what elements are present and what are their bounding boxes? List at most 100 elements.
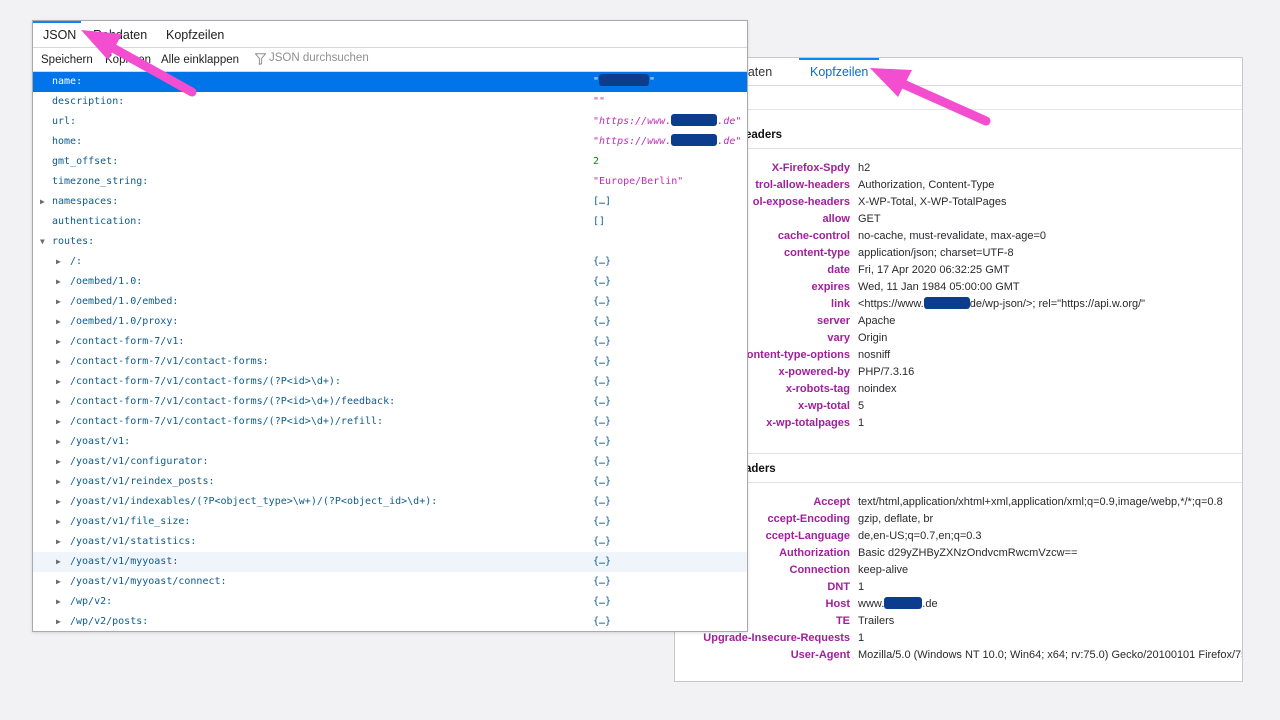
expand-arrow-right-icon[interactable]: ▶: [56, 432, 66, 452]
expand-arrow-right-icon[interactable]: ▶: [56, 532, 66, 552]
header-value: <https://www. de/wp-json/>; rel="https://…: [858, 296, 1145, 313]
json-key: /yoast/v1/myyoast:: [70, 556, 179, 567]
json-row[interactable]: ▶ /oembed/1.0: {…}: [33, 272, 747, 292]
json-key: /oembed/1.0/embed:: [70, 296, 179, 307]
header-value-text: Mozilla/5.0 (Windows NT 10.0; Win64; x64…: [858, 649, 1243, 661]
json-viewer-panel: JSON Rohdaten Kopfzeilen Speichern Kopie…: [32, 20, 748, 632]
header-value-text: <https://www.: [858, 298, 924, 310]
json-filter-input[interactable]: [269, 52, 469, 64]
header-value: 1: [858, 415, 864, 432]
request-headers-title[interactable]: aders: [745, 463, 776, 475]
header-value: Trailers: [858, 613, 894, 630]
expand-arrow-right-icon[interactable]: ▶: [56, 572, 66, 592]
json-row[interactable]: timezone_string: "Europe/Berlin": [33, 172, 747, 192]
json-value-text: […]: [593, 196, 612, 207]
header-row: date Fri, 17 Apr 2020 06:32:25 GMT: [675, 262, 1242, 279]
json-row[interactable]: gmt_offset: 2: [33, 152, 747, 172]
header-name: Upgrade-Insecure-Requests: [703, 632, 850, 644]
header-value-text: no-cache, must-revalidate, max-age=0: [858, 230, 1047, 242]
json-row[interactable]: ▶ /yoast/v1/reindex_posts: {…}: [33, 472, 747, 492]
header-row: content-type application/json; charset=UT…: [675, 245, 1242, 262]
header-value: Mozilla/5.0 (Windows NT 10.0; Win64; x64…: [858, 647, 1243, 664]
tab-json[interactable]: JSON: [43, 28, 76, 42]
json-row[interactable]: ▶ /oembed/1.0/embed: {…}: [33, 292, 747, 312]
json-key: /contact-form-7/v1/contact-forms:: [70, 356, 269, 367]
expand-arrow-right-icon[interactable]: ▶: [56, 452, 66, 472]
json-row[interactable]: ▶ /yoast/v1/myyoast: {…}: [33, 552, 747, 572]
json-value: […]: [593, 192, 611, 212]
json-row[interactable]: ▶ /yoast/v1/statistics: {…}: [33, 532, 747, 552]
json-tree: name: " " description: "" url: "https://www. .d…: [33, 72, 747, 631]
expand-arrow-right-icon[interactable]: ▶: [56, 412, 66, 432]
header-row: User-Agent Mozilla/5.0 (Windows NT 10.0; …: [675, 647, 1243, 664]
redacted-block: [671, 114, 718, 126]
expand-arrow-right-icon[interactable]: ▶: [56, 492, 66, 512]
json-row[interactable]: ▶ /contact-form-7/v1/contact-forms: {…}: [33, 352, 747, 372]
json-row[interactable]: name: " ": [33, 72, 747, 92]
header-value-text: Origin: [858, 332, 888, 344]
tab-headers[interactable]: Kopfzeilen: [166, 28, 224, 42]
header-row: X-Firefox-Spdy h2: [675, 160, 1242, 177]
json-key: /contact-form-7/v1/contact-forms/(?P<id>…: [70, 376, 341, 387]
json-row[interactable]: ▶ /contact-form-7/v1: {…}: [33, 332, 747, 352]
json-row[interactable]: ▶ /wp/v2/posts: {…}: [33, 612, 747, 631]
expand-arrow-down-icon[interactable]: ▼: [40, 232, 50, 252]
expand-arrow-right-icon[interactable]: ▶: [56, 372, 66, 392]
expand-arrow-right-icon[interactable]: ▶: [56, 312, 66, 332]
response-headers-title[interactable]: eaders: [745, 129, 782, 141]
json-row[interactable]: description: "": [33, 92, 747, 112]
json-row[interactable]: url: "https://www. .de": [33, 112, 747, 132]
json-row[interactable]: ▼ routes:: [33, 232, 747, 252]
expand-arrow-right-icon[interactable]: ▶: [56, 472, 66, 492]
expand-arrow-right-icon[interactable]: ▶: [56, 612, 66, 631]
tab-raw-data[interactable]: Rohdaten: [93, 28, 147, 42]
expand-arrow-right-icon[interactable]: ▶: [56, 252, 66, 272]
save-button[interactable]: Speichern: [41, 54, 93, 66]
expand-arrow-right-icon[interactable]: ▶: [56, 292, 66, 312]
json-row[interactable]: ▶ /contact-form-7/v1/contact-forms/(?P<id…: [33, 372, 747, 392]
copy-button[interactable]: Kopieren: [105, 54, 151, 66]
json-row[interactable]: ▶ namespaces: […]: [33, 192, 747, 212]
header-value-text: nosniff: [858, 349, 891, 361]
json-value: {…}: [593, 572, 611, 592]
json-key: description:: [52, 96, 125, 107]
collapse-all-button[interactable]: Alle einklappen: [161, 54, 239, 66]
expand-arrow-right-icon[interactable]: ▶: [56, 512, 66, 532]
header-value: Origin: [858, 330, 887, 347]
expand-arrow-right-icon[interactable]: ▶: [40, 192, 50, 212]
json-row[interactable]: ▶ /yoast/v1/myyoast/connect: {…}: [33, 572, 747, 592]
json-value-suffix: ": [649, 76, 656, 87]
json-row[interactable]: ▶ /oembed/1.0/proxy: {…}: [33, 312, 747, 332]
json-row[interactable]: ▶ /wp/v2: {…}: [33, 592, 747, 612]
expand-arrow-right-icon[interactable]: ▶: [56, 352, 66, 372]
json-row[interactable]: ▶ /: {…}: [33, 252, 747, 272]
json-row[interactable]: ▶ /yoast/v1/indexables/(?P<object_type>\w…: [33, 492, 747, 512]
json-row[interactable]: authentication: []: [33, 212, 747, 232]
json-row[interactable]: ▶ /yoast/v1/configurator: {…}: [33, 452, 747, 472]
header-row: ol-expose-headers X-WP-Total, X-WP-TotalP…: [675, 194, 1242, 211]
tab-headers[interactable]: Kopfzeilen: [810, 65, 868, 79]
json-value: 2: [593, 152, 599, 172]
expand-arrow-right-icon[interactable]: ▶: [56, 392, 66, 412]
header-value-text: Apache: [858, 315, 896, 327]
json-row[interactable]: ▶ /contact-form-7/v1/contact-forms/(?P<id…: [33, 412, 747, 432]
json-row[interactable]: ▶ /contact-form-7/v1/contact-forms/(?P<id…: [33, 392, 747, 412]
header-row: server Apache: [675, 313, 1242, 330]
header-row: ccept-Encoding gzip, deflate, br: [675, 511, 1242, 528]
json-value-text: {…}: [593, 576, 612, 587]
json-key: routes:: [52, 236, 95, 247]
request-headers-table: Accept text/html,application/xhtml+xml,ap…: [675, 494, 1243, 664]
json-key: /yoast/v1/reindex_posts:: [70, 476, 215, 487]
expand-arrow-right-icon[interactable]: ▶: [56, 272, 66, 292]
json-row[interactable]: ▶ /yoast/v1/file_size: {…}: [33, 512, 747, 532]
json-row[interactable]: ▶ /yoast/v1: {…}: [33, 432, 747, 452]
header-value-text: h2: [858, 162, 871, 174]
header-value-text: www.: [858, 598, 885, 610]
json-value: []: [593, 212, 605, 232]
expand-arrow-right-icon[interactable]: ▶: [56, 552, 66, 572]
active-tab-indicator: [799, 58, 879, 60]
json-row[interactable]: home: "https://www. .de": [33, 132, 747, 152]
expand-arrow-right-icon[interactable]: ▶: [56, 592, 66, 612]
expand-arrow-right-icon[interactable]: ▶: [56, 332, 66, 352]
json-key: /yoast/v1/configurator:: [70, 456, 209, 467]
